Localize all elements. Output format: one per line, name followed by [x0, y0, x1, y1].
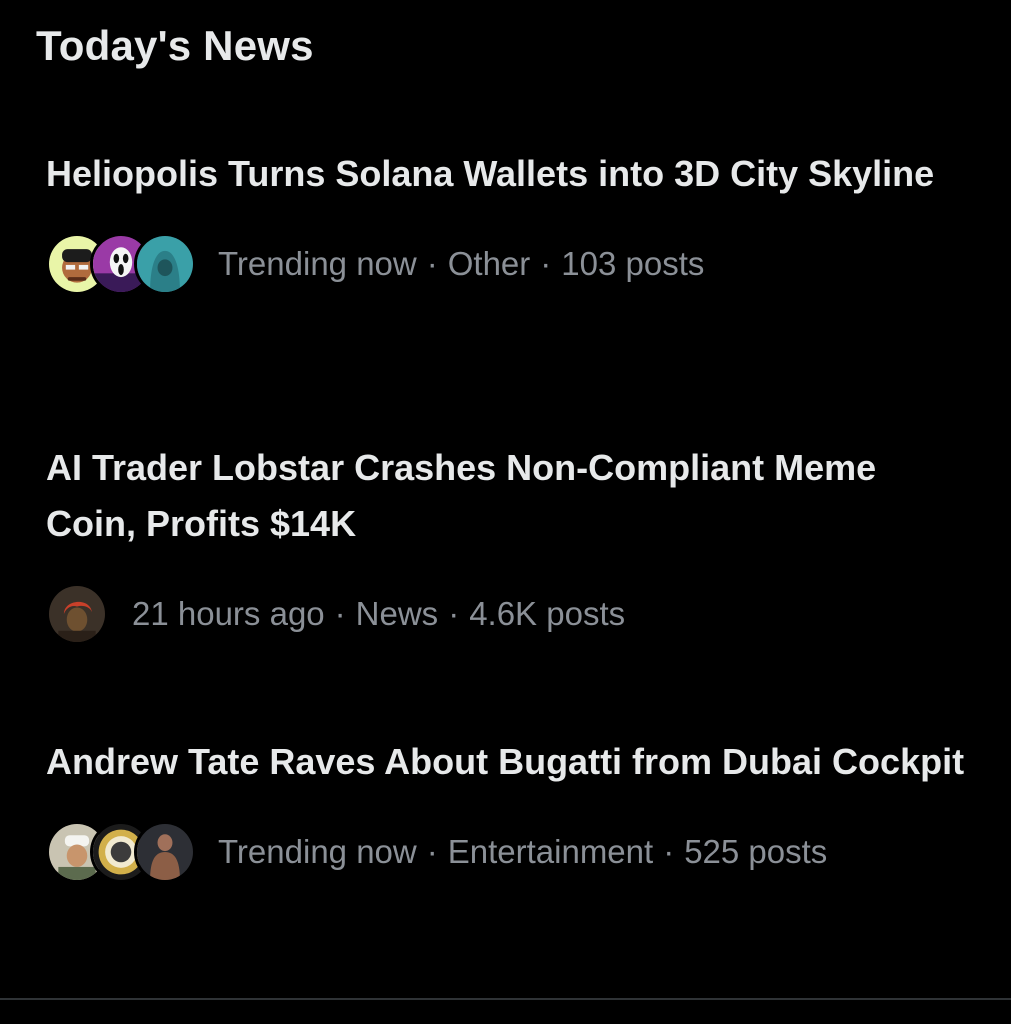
meta-separator: ·: [663, 833, 675, 870]
bottom-divider: [0, 998, 1011, 1000]
shirtless-man-avatar-icon: [134, 821, 196, 883]
news-item-heliopolis[interactable]: Heliopolis Turns Solana Wallets into 3D …: [46, 146, 976, 296]
news-post-count: 103 posts: [561, 245, 705, 282]
meta-separator: ·: [426, 245, 438, 282]
news-meta: Trending now · Entertainment · 525 posts: [46, 820, 976, 884]
news-category: Entertainment: [447, 833, 654, 870]
avatar-stack: [46, 233, 196, 295]
meta-separator: ·: [448, 595, 460, 632]
news-time: 21 hours ago: [132, 595, 325, 632]
section-title: Today's News: [36, 22, 314, 69]
avatar-stack: [46, 583, 108, 645]
news-time: Trending now: [218, 245, 417, 282]
avatar-stack: [46, 821, 196, 883]
news-headline: AI Trader Lobstar Crashes Non-Compliant …: [46, 447, 877, 544]
hooded-figure-avatar-icon: [134, 233, 196, 295]
news-meta: 21 hours ago · News · 4.6K posts: [46, 582, 976, 646]
news-post-count: 4.6K posts: [469, 595, 626, 632]
news-headline: Andrew Tate Raves About Bugatti from Dub…: [46, 741, 965, 782]
news-category: Other: [447, 245, 531, 282]
news-post-count: 525 posts: [684, 833, 828, 870]
news-headline: Heliopolis Turns Solana Wallets into 3D …: [46, 153, 935, 194]
news-meta-text: 21 hours ago · News · 4.6K posts: [132, 594, 625, 634]
news-meta: Trending now · Other · 103 posts: [46, 232, 976, 296]
meta-separator: ·: [426, 833, 438, 870]
news-category: News: [355, 595, 439, 632]
news-item-andrew-tate[interactable]: Andrew Tate Raves About Bugatti from Dub…: [46, 734, 976, 884]
news-time: Trending now: [218, 833, 417, 870]
news-meta-text: Trending now · Entertainment · 525 posts: [218, 832, 827, 872]
meta-separator: ·: [334, 595, 346, 632]
meta-separator: ·: [540, 245, 552, 282]
news-item-lobstar[interactable]: AI Trader Lobstar Crashes Non-Compliant …: [46, 440, 976, 646]
news-meta-text: Trending now · Other · 103 posts: [218, 244, 704, 284]
red-hair-avatar-icon: [46, 583, 108, 645]
